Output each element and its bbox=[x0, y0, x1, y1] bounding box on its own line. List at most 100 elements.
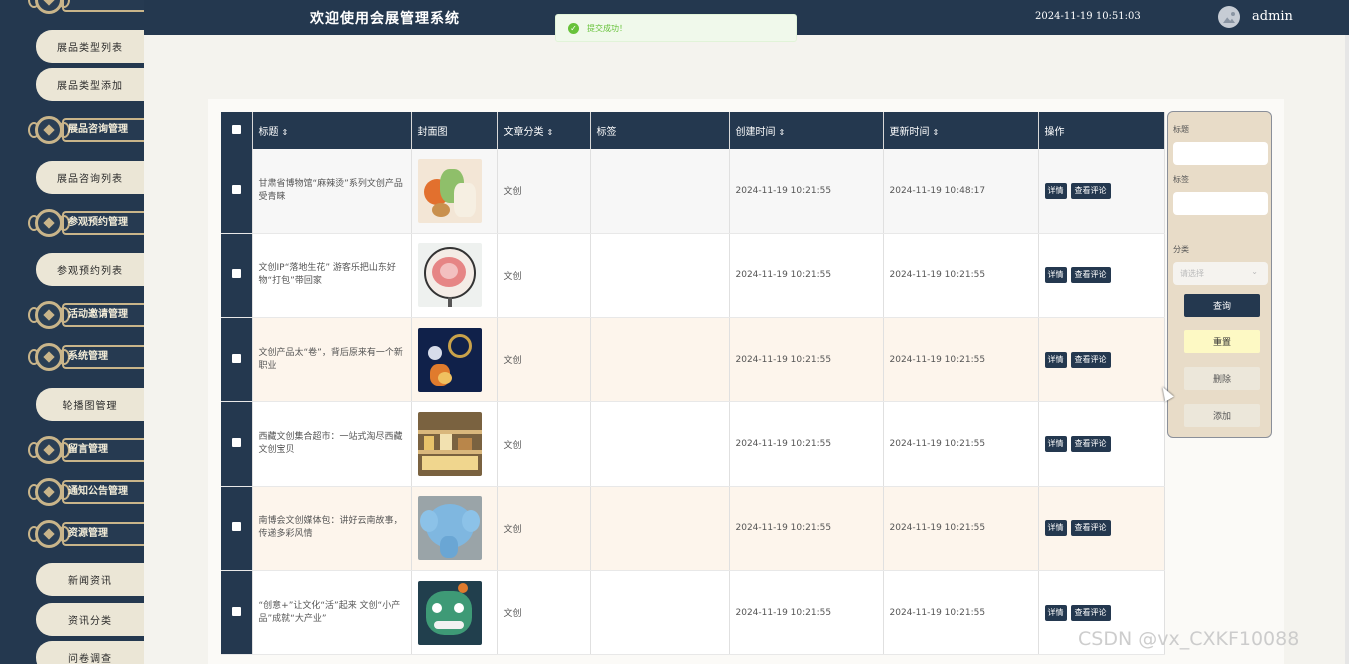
column-category[interactable]: 文章分类 ⇕ bbox=[497, 112, 591, 149]
sidebar-item[interactable]: 参观预约列表 bbox=[36, 253, 144, 286]
ornament-icon bbox=[28, 517, 70, 551]
detail-button[interactable]: 详情 bbox=[1044, 351, 1067, 368]
sidebar-group[interactable]: 资源管理 bbox=[28, 517, 144, 551]
view-comments-button[interactable]: 查看评论 bbox=[1070, 604, 1111, 621]
select-all-checkbox[interactable] bbox=[221, 112, 253, 149]
ornament-icon bbox=[28, 433, 70, 467]
row-checkbox[interactable] bbox=[221, 401, 253, 487]
table-row[interactable]: 文创IP“落地生花” 游客乐把山东好物“打包”带回家 文创 2024-11-19 1… bbox=[221, 233, 1165, 319]
column-created[interactable]: 创建时间 ⇕ bbox=[729, 112, 884, 149]
title-filter-input[interactable] bbox=[1173, 142, 1268, 165]
ornament-icon bbox=[28, 0, 70, 17]
sidebar-group[interactable]: 通知公告管理 bbox=[28, 475, 144, 509]
row-created: 2024-11-19 10:21:55 bbox=[729, 486, 884, 571]
cover-image bbox=[417, 327, 482, 392]
table-row[interactable]: 南博会文创媒体包：讲好云南故事，传递多彩风情 文创 2024-11-19 10:21… bbox=[221, 486, 1165, 571]
ornament-icon bbox=[28, 113, 70, 147]
tag-filter-label: 标签 bbox=[1173, 175, 1189, 184]
row-updated: 2024-11-19 10:48:17 bbox=[883, 149, 1039, 234]
detail-button[interactable]: 详情 bbox=[1044, 604, 1067, 621]
view-comments-button[interactable]: 查看评论 bbox=[1070, 520, 1111, 537]
sidebar-item[interactable]: 资讯分类 bbox=[36, 603, 144, 636]
sidebar-item[interactable]: 问卷调查 bbox=[36, 641, 144, 664]
watermark: CSDN @vx_CXKF10088 bbox=[1078, 628, 1300, 650]
row-checkbox[interactable] bbox=[221, 570, 253, 656]
page-scrollbar[interactable] bbox=[1345, 35, 1349, 664]
row-checkbox[interactable] bbox=[221, 317, 253, 403]
sidebar-group[interactable]: 展品咨询管理 bbox=[28, 113, 144, 147]
row-cover bbox=[411, 486, 498, 571]
detail-button[interactable]: 详情 bbox=[1044, 182, 1067, 199]
delete-button[interactable]: 删除 bbox=[1184, 367, 1260, 390]
row-category: 文创 bbox=[497, 401, 591, 487]
column-title[interactable]: 标题 ⇕ bbox=[252, 112, 412, 149]
view-comments-button[interactable]: 查看评论 bbox=[1070, 182, 1111, 199]
row-tag bbox=[590, 486, 730, 571]
sidebar-group-label: 留言管理 bbox=[68, 444, 108, 455]
cover-image bbox=[417, 243, 482, 308]
sidebar-group-partial[interactable] bbox=[28, 0, 144, 17]
row-tag bbox=[590, 149, 730, 234]
tag-filter-input[interactable] bbox=[1173, 192, 1268, 215]
sidebar-group-label: 展品咨询管理 bbox=[68, 124, 128, 135]
chevron-down-icon: ⌄ bbox=[1251, 267, 1258, 276]
sidebar-item[interactable]: 展品咨询列表 bbox=[36, 161, 144, 194]
sidebar-group[interactable]: 系统管理 bbox=[28, 340, 144, 374]
row-actions: 详情 查看评论 bbox=[1038, 401, 1165, 487]
view-comments-button[interactable]: 查看评论 bbox=[1070, 436, 1111, 453]
column-actions: 操作 bbox=[1038, 112, 1165, 149]
column-tag: 标签 bbox=[590, 112, 730, 149]
row-category: 文创 bbox=[497, 149, 591, 234]
row-updated: 2024-11-19 10:21:55 bbox=[883, 486, 1039, 571]
reset-button[interactable]: 重置 bbox=[1184, 330, 1260, 353]
detail-button[interactable]: 详情 bbox=[1044, 436, 1067, 453]
row-tag bbox=[590, 233, 730, 319]
row-checkbox[interactable] bbox=[221, 233, 253, 319]
table-header-row: 标题 ⇕ 封面图 文章分类 ⇕ 标签 创建时间 ⇕ 更新时间 ⇕ 操作 bbox=[221, 112, 1165, 149]
row-title: “创意+”让文化“活”起来 文创“小产品”成就“大产业” bbox=[252, 570, 412, 656]
row-actions: 详情 查看评论 bbox=[1038, 486, 1165, 571]
category-select[interactable]: 请选择 ⌄ bbox=[1173, 262, 1268, 285]
row-actions: 详情 查看评论 bbox=[1038, 317, 1165, 403]
detail-button[interactable]: 详情 bbox=[1044, 520, 1067, 537]
sidebar-item[interactable]: 新闻资讯 bbox=[36, 563, 144, 596]
detail-button[interactable]: 详情 bbox=[1044, 267, 1067, 284]
sidebar-group-label: 活动邀请管理 bbox=[68, 309, 128, 320]
sort-icon[interactable]: ⇕ bbox=[779, 128, 786, 137]
table-row[interactable]: 甘肃省博物馆“麻辣烫”系列文创产品受青睐 文创 2024-11-19 10:21:5… bbox=[221, 149, 1165, 234]
table-row[interactable]: “创意+”让文化“活”起来 文创“小产品”成就“大产业” 文创 2024-11-19… bbox=[221, 570, 1165, 656]
cover-image bbox=[417, 412, 482, 477]
view-comments-button[interactable]: 查看评论 bbox=[1070, 267, 1111, 284]
row-cover bbox=[411, 317, 498, 403]
row-cover bbox=[411, 233, 498, 319]
sidebar-group[interactable]: 活动邀请管理 bbox=[28, 298, 144, 332]
row-title: 甘肃省博物馆“麻辣烫”系列文创产品受青睐 bbox=[252, 149, 412, 234]
category-select-placeholder: 请选择 bbox=[1180, 269, 1204, 278]
sidebar-item[interactable]: 展品类型列表 bbox=[36, 30, 144, 63]
sidebar-group[interactable]: 参观预约管理 bbox=[28, 206, 144, 240]
sidebar-group[interactable]: 留言管理 bbox=[28, 433, 144, 467]
column-updated[interactable]: 更新时间 ⇕ bbox=[883, 112, 1039, 149]
column-cover: 封面图 bbox=[411, 112, 498, 149]
username[interactable]: admin bbox=[1252, 9, 1293, 24]
query-button[interactable]: 查询 bbox=[1184, 294, 1260, 317]
avatar-icon[interactable] bbox=[1218, 6, 1240, 28]
row-title: 文创IP“落地生花” 游客乐把山东好物“打包”带回家 bbox=[252, 233, 412, 319]
add-button[interactable]: 添加 bbox=[1184, 404, 1260, 427]
ornament-icon bbox=[28, 340, 70, 374]
sort-icon[interactable]: ⇕ bbox=[282, 128, 289, 137]
sort-icon[interactable]: ⇕ bbox=[547, 128, 554, 137]
sidebar-item[interactable]: 轮播图管理 bbox=[36, 388, 144, 421]
row-checkbox[interactable] bbox=[221, 486, 253, 571]
table-row[interactable]: 西藏文创集合超市：一站式淘尽西藏文创宝贝 文创 2024-11-19 10:21:5… bbox=[221, 401, 1165, 487]
row-cover bbox=[411, 149, 498, 234]
sort-icon[interactable]: ⇕ bbox=[933, 128, 940, 137]
row-checkbox[interactable] bbox=[221, 149, 253, 234]
view-comments-button[interactable]: 查看评论 bbox=[1070, 351, 1111, 368]
sidebar-item[interactable]: 展品类型添加 bbox=[36, 68, 144, 101]
table-row[interactable]: 文创产品太“卷”，背后原来有一个新职业 文创 2024-11-19 10:21:55… bbox=[221, 317, 1165, 403]
row-cover bbox=[411, 570, 498, 656]
sidebar-group-label: 系统管理 bbox=[68, 351, 108, 362]
row-created: 2024-11-19 10:21:55 bbox=[729, 233, 884, 319]
article-table: 标题 ⇕ 封面图 文章分类 ⇕ 标签 创建时间 ⇕ 更新时间 ⇕ 操作 甘肃省博物馆“麻… bbox=[221, 112, 1165, 656]
